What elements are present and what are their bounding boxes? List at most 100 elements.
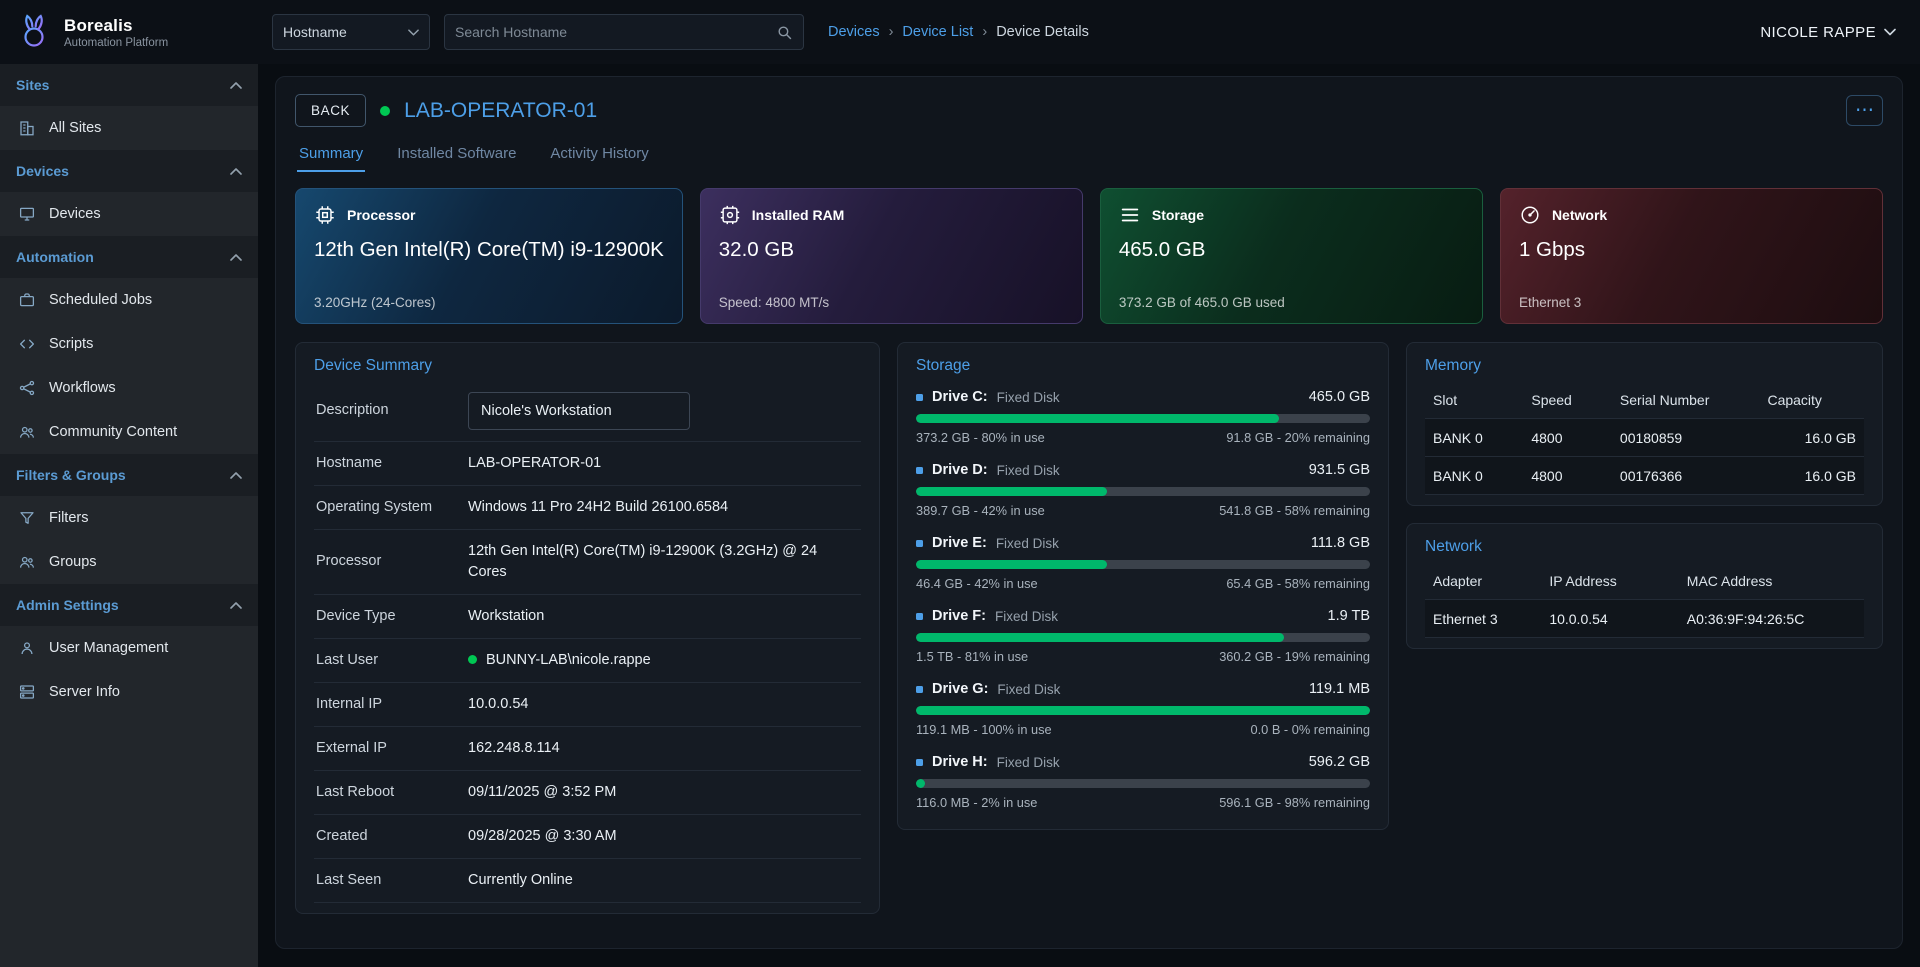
drive-usage-bar [916, 779, 1370, 788]
user-menu[interactable]: NICOLE RAPPE [1760, 24, 1896, 41]
more-options-button[interactable]: ⋯ [1846, 95, 1883, 126]
sidebar-item-label: Scripts [49, 336, 93, 352]
device-summary-panel: Device Summary Description Hostname LAB-… [295, 342, 880, 914]
sidebar-section-label: Filters & Groups [16, 467, 126, 483]
breadcrumb-separator: › [982, 24, 987, 40]
sidebar-item-server-info[interactable]: Server Info [0, 670, 258, 714]
chevron-up-icon [230, 472, 242, 479]
summary-row-created: Created 09/28/2025 @ 3:30 AM [314, 815, 861, 859]
search-input[interactable] [455, 24, 768, 40]
search-icon[interactable] [776, 24, 793, 41]
hostname-filter-select[interactable]: Hostname [272, 14, 430, 50]
sidebar-section-admin-settings[interactable]: Admin Settings [0, 584, 258, 626]
device-details-panel: BACK LAB-OPERATOR-01 ⋯ Summary Installed… [275, 76, 1903, 949]
memory-panel: Memory Slot Speed Serial Number Capacity… [1406, 342, 1883, 506]
chevron-up-icon [230, 82, 242, 89]
card-footer: Ethernet 3 [1519, 295, 1864, 310]
card-footer: Speed: 4800 MT/s [719, 295, 1064, 310]
sidebar-item-label: Community Content [49, 424, 177, 440]
card-footer: 373.2 GB of 465.0 GB used [1119, 295, 1464, 310]
drive-usage-bar [916, 706, 1370, 715]
drive-usage-bar [916, 487, 1370, 496]
online-status-dot [380, 106, 390, 116]
groups-icon [18, 553, 36, 571]
briefcase-icon [18, 291, 36, 309]
drive-row: Drive C: Fixed Disk 465.0 GB 373.2 GB - … [916, 381, 1370, 454]
sidebar-item-devices[interactable]: Devices [0, 192, 258, 236]
sidebar-item-label: Server Info [49, 684, 120, 700]
cpu-icon [314, 204, 336, 226]
sidebar-item-workflows[interactable]: Workflows [0, 366, 258, 410]
drive-row: Drive H: Fixed Disk 596.2 GB 116.0 MB - … [916, 746, 1370, 819]
memory-icon [719, 204, 741, 226]
brand: Borealis Automation Platform [14, 12, 258, 52]
sidebar-section-automation[interactable]: Automation [0, 236, 258, 278]
breadcrumb-device-list[interactable]: Device List [902, 24, 973, 40]
description-input[interactable] [468, 392, 690, 430]
card-label: Network [1552, 207, 1607, 223]
ram-card: Installed RAM 32.0 GB Speed: 4800 MT/s [700, 188, 1083, 324]
user-name: NICOLE RAPPE [1760, 24, 1876, 41]
ellipsis-icon: ⋯ [1855, 101, 1874, 120]
brand-name: Borealis [64, 16, 168, 36]
device-tabs: Summary Installed Software Activity Hist… [297, 135, 1881, 172]
workflow-icon [18, 379, 36, 397]
card-label: Installed RAM [752, 207, 845, 223]
brand-subtitle: Automation Platform [64, 37, 168, 49]
sidebar-item-scripts[interactable]: Scripts [0, 322, 258, 366]
device-name: LAB-OPERATOR-01 [404, 99, 597, 123]
sidebar-item-scheduled-jobs[interactable]: Scheduled Jobs [0, 278, 258, 322]
memory-table-row: BANK 0 4800 00180859 16.0 GB [1425, 419, 1864, 457]
filter-icon [18, 509, 36, 527]
network-table-header: Adapter IP Address MAC Address [1425, 562, 1864, 600]
summary-row-processor: Processor 12th Gen Intel(R) Core(TM) i9-… [314, 530, 861, 595]
summary-row-hostname: Hostname LAB-OPERATOR-01 [314, 442, 861, 486]
sidebar-item-community-content[interactable]: Community Content [0, 410, 258, 454]
drive-row: Drive F: Fixed Disk 1.9 TB 1.5 TB - 81% … [916, 600, 1370, 673]
sidebar: Sites All Sites Devices Devices Automati… [0, 64, 258, 967]
sidebar-item-user-management[interactable]: User Management [0, 626, 258, 670]
summary-row-description: Description [314, 381, 861, 442]
card-footer: 3.20GHz (24-Cores) [314, 295, 664, 310]
network-panel: Network Adapter IP Address MAC Address E… [1406, 523, 1883, 649]
sidebar-item-label: User Management [49, 640, 168, 656]
network-card: Network 1 Gbps Ethernet 3 [1500, 188, 1883, 324]
main-content: BACK LAB-OPERATOR-01 ⋯ Summary Installed… [258, 64, 1920, 967]
drive-bullet-icon [916, 467, 923, 474]
drive-row: Drive D: Fixed Disk 931.5 GB 389.7 GB - … [916, 454, 1370, 527]
tab-summary[interactable]: Summary [297, 135, 365, 172]
people-icon [18, 423, 36, 441]
stat-cards: Processor 12th Gen Intel(R) Core(TM) i9-… [295, 188, 1883, 324]
memory-table-row: BANK 0 4800 00176366 16.0 GB [1425, 457, 1864, 495]
chevron-up-icon [230, 254, 242, 261]
breadcrumb-devices[interactable]: Devices [828, 24, 880, 40]
chevron-down-icon [1884, 28, 1896, 36]
sidebar-item-all-sites[interactable]: All Sites [0, 106, 258, 150]
sidebar-section-devices[interactable]: Devices [0, 150, 258, 192]
sidebar-section-sites[interactable]: Sites [0, 64, 258, 106]
drive-bullet-icon [916, 759, 923, 766]
sidebar-item-label: Scheduled Jobs [49, 292, 152, 308]
panel-title: Memory [1425, 357, 1864, 375]
tab-installed-software[interactable]: Installed Software [395, 135, 518, 172]
sidebar-section-label: Devices [16, 163, 69, 179]
sidebar-item-groups[interactable]: Groups [0, 540, 258, 584]
chevron-up-icon [230, 602, 242, 609]
drive-usage-bar [916, 633, 1370, 642]
drive-bullet-icon [916, 394, 923, 401]
device-header: BACK LAB-OPERATOR-01 ⋯ [295, 94, 1883, 127]
summary-row-external-ip: External IP 162.248.8.114 [314, 727, 861, 771]
sidebar-section-filters-groups[interactable]: Filters & Groups [0, 454, 258, 496]
sidebar-item-filters[interactable]: Filters [0, 496, 258, 540]
sidebar-section-label: Sites [16, 77, 49, 93]
summary-row-last-reboot: Last Reboot 09/11/2025 @ 3:52 PM [314, 771, 861, 815]
topbar: Borealis Automation Platform Hostname De… [0, 0, 1920, 64]
breadcrumb-separator: › [889, 24, 894, 40]
storage-icon [1119, 204, 1141, 226]
back-button[interactable]: BACK [295, 94, 366, 127]
sidebar-item-label: All Sites [49, 120, 101, 136]
summary-row-operating-system: Operating System Windows 11 Pro 24H2 Bui… [314, 486, 861, 530]
tab-activity-history[interactable]: Activity History [548, 135, 650, 172]
processor-card: Processor 12th Gen Intel(R) Core(TM) i9-… [295, 188, 683, 324]
sidebar-item-label: Groups [49, 554, 97, 570]
